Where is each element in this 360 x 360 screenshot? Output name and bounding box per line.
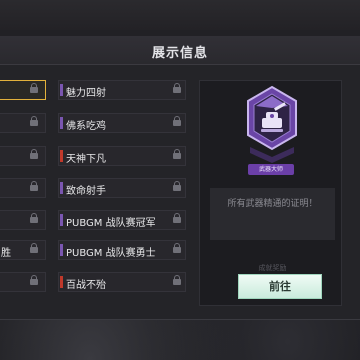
top-bar <box>0 0 360 30</box>
title-description: 所有武器精通的证明！ <box>227 199 318 209</box>
accent-bar <box>60 150 63 162</box>
lock-icon <box>173 275 181 286</box>
title-label: 魅力四射 <box>66 88 106 99</box>
left-title-row[interactable] <box>0 210 46 230</box>
title-row-shooter[interactable]: 致命射手 <box>58 178 186 198</box>
title-label: 佛系吃鸡 <box>66 121 106 132</box>
lock-icon <box>30 181 38 192</box>
title-label: 天神下凡 <box>66 154 106 165</box>
title-row-buddha[interactable]: 佛系吃鸡 <box>58 113 186 133</box>
lock-icon <box>173 243 181 254</box>
badge-title-ribbon: 武器大师 <box>248 164 294 175</box>
lock-icon <box>173 213 181 224</box>
title-row-god[interactable]: 天神下凡 <box>58 146 186 166</box>
title-row-warrior[interactable]: PUBGM 战队赛勇士 <box>58 240 186 260</box>
accent-bar <box>60 182 63 194</box>
accent-bar <box>60 276 63 288</box>
left-title-label: 胜 <box>1 248 11 259</box>
left-title-row[interactable] <box>0 272 46 292</box>
left-title-row[interactable] <box>0 80 46 100</box>
accent-bar <box>60 84 63 96</box>
title-label: PUBGM 战队赛冠军 <box>66 218 156 229</box>
title-row-charm[interactable]: 魅力四射 <box>58 80 186 100</box>
title-label: PUBGM 战队赛勇士 <box>66 248 156 259</box>
left-title-row[interactable]: 胜 <box>0 240 46 260</box>
lock-icon <box>30 83 38 94</box>
title-label: 致命射手 <box>66 186 106 197</box>
lock-icon <box>173 116 181 127</box>
left-title-row[interactable] <box>0 178 46 198</box>
title-row-champion[interactable]: PUBGM 战队赛冠军 <box>58 210 186 230</box>
achievement-reward-label: 成就奖励 <box>258 264 287 272</box>
goto-button[interactable]: 前往 <box>238 274 322 299</box>
weapon-master-badge-icon <box>247 85 297 163</box>
lock-icon <box>30 149 38 160</box>
title-label: 百战不殆 <box>66 280 106 291</box>
accent-bar <box>60 214 63 226</box>
left-title-row[interactable] <box>0 146 46 166</box>
lock-icon <box>173 83 181 94</box>
lock-icon <box>30 243 38 254</box>
lock-icon <box>30 213 38 224</box>
accent-bar <box>60 117 63 129</box>
lock-icon <box>30 275 38 286</box>
panel-title: 展示信息 <box>151 46 208 61</box>
lock-icon <box>30 116 38 127</box>
left-title-row[interactable] <box>0 113 46 133</box>
accent-bar <box>60 244 63 256</box>
lock-icon <box>173 181 181 192</box>
title-row-undefeated[interactable]: 百战不殆 <box>58 272 186 292</box>
lock-icon <box>173 149 181 160</box>
